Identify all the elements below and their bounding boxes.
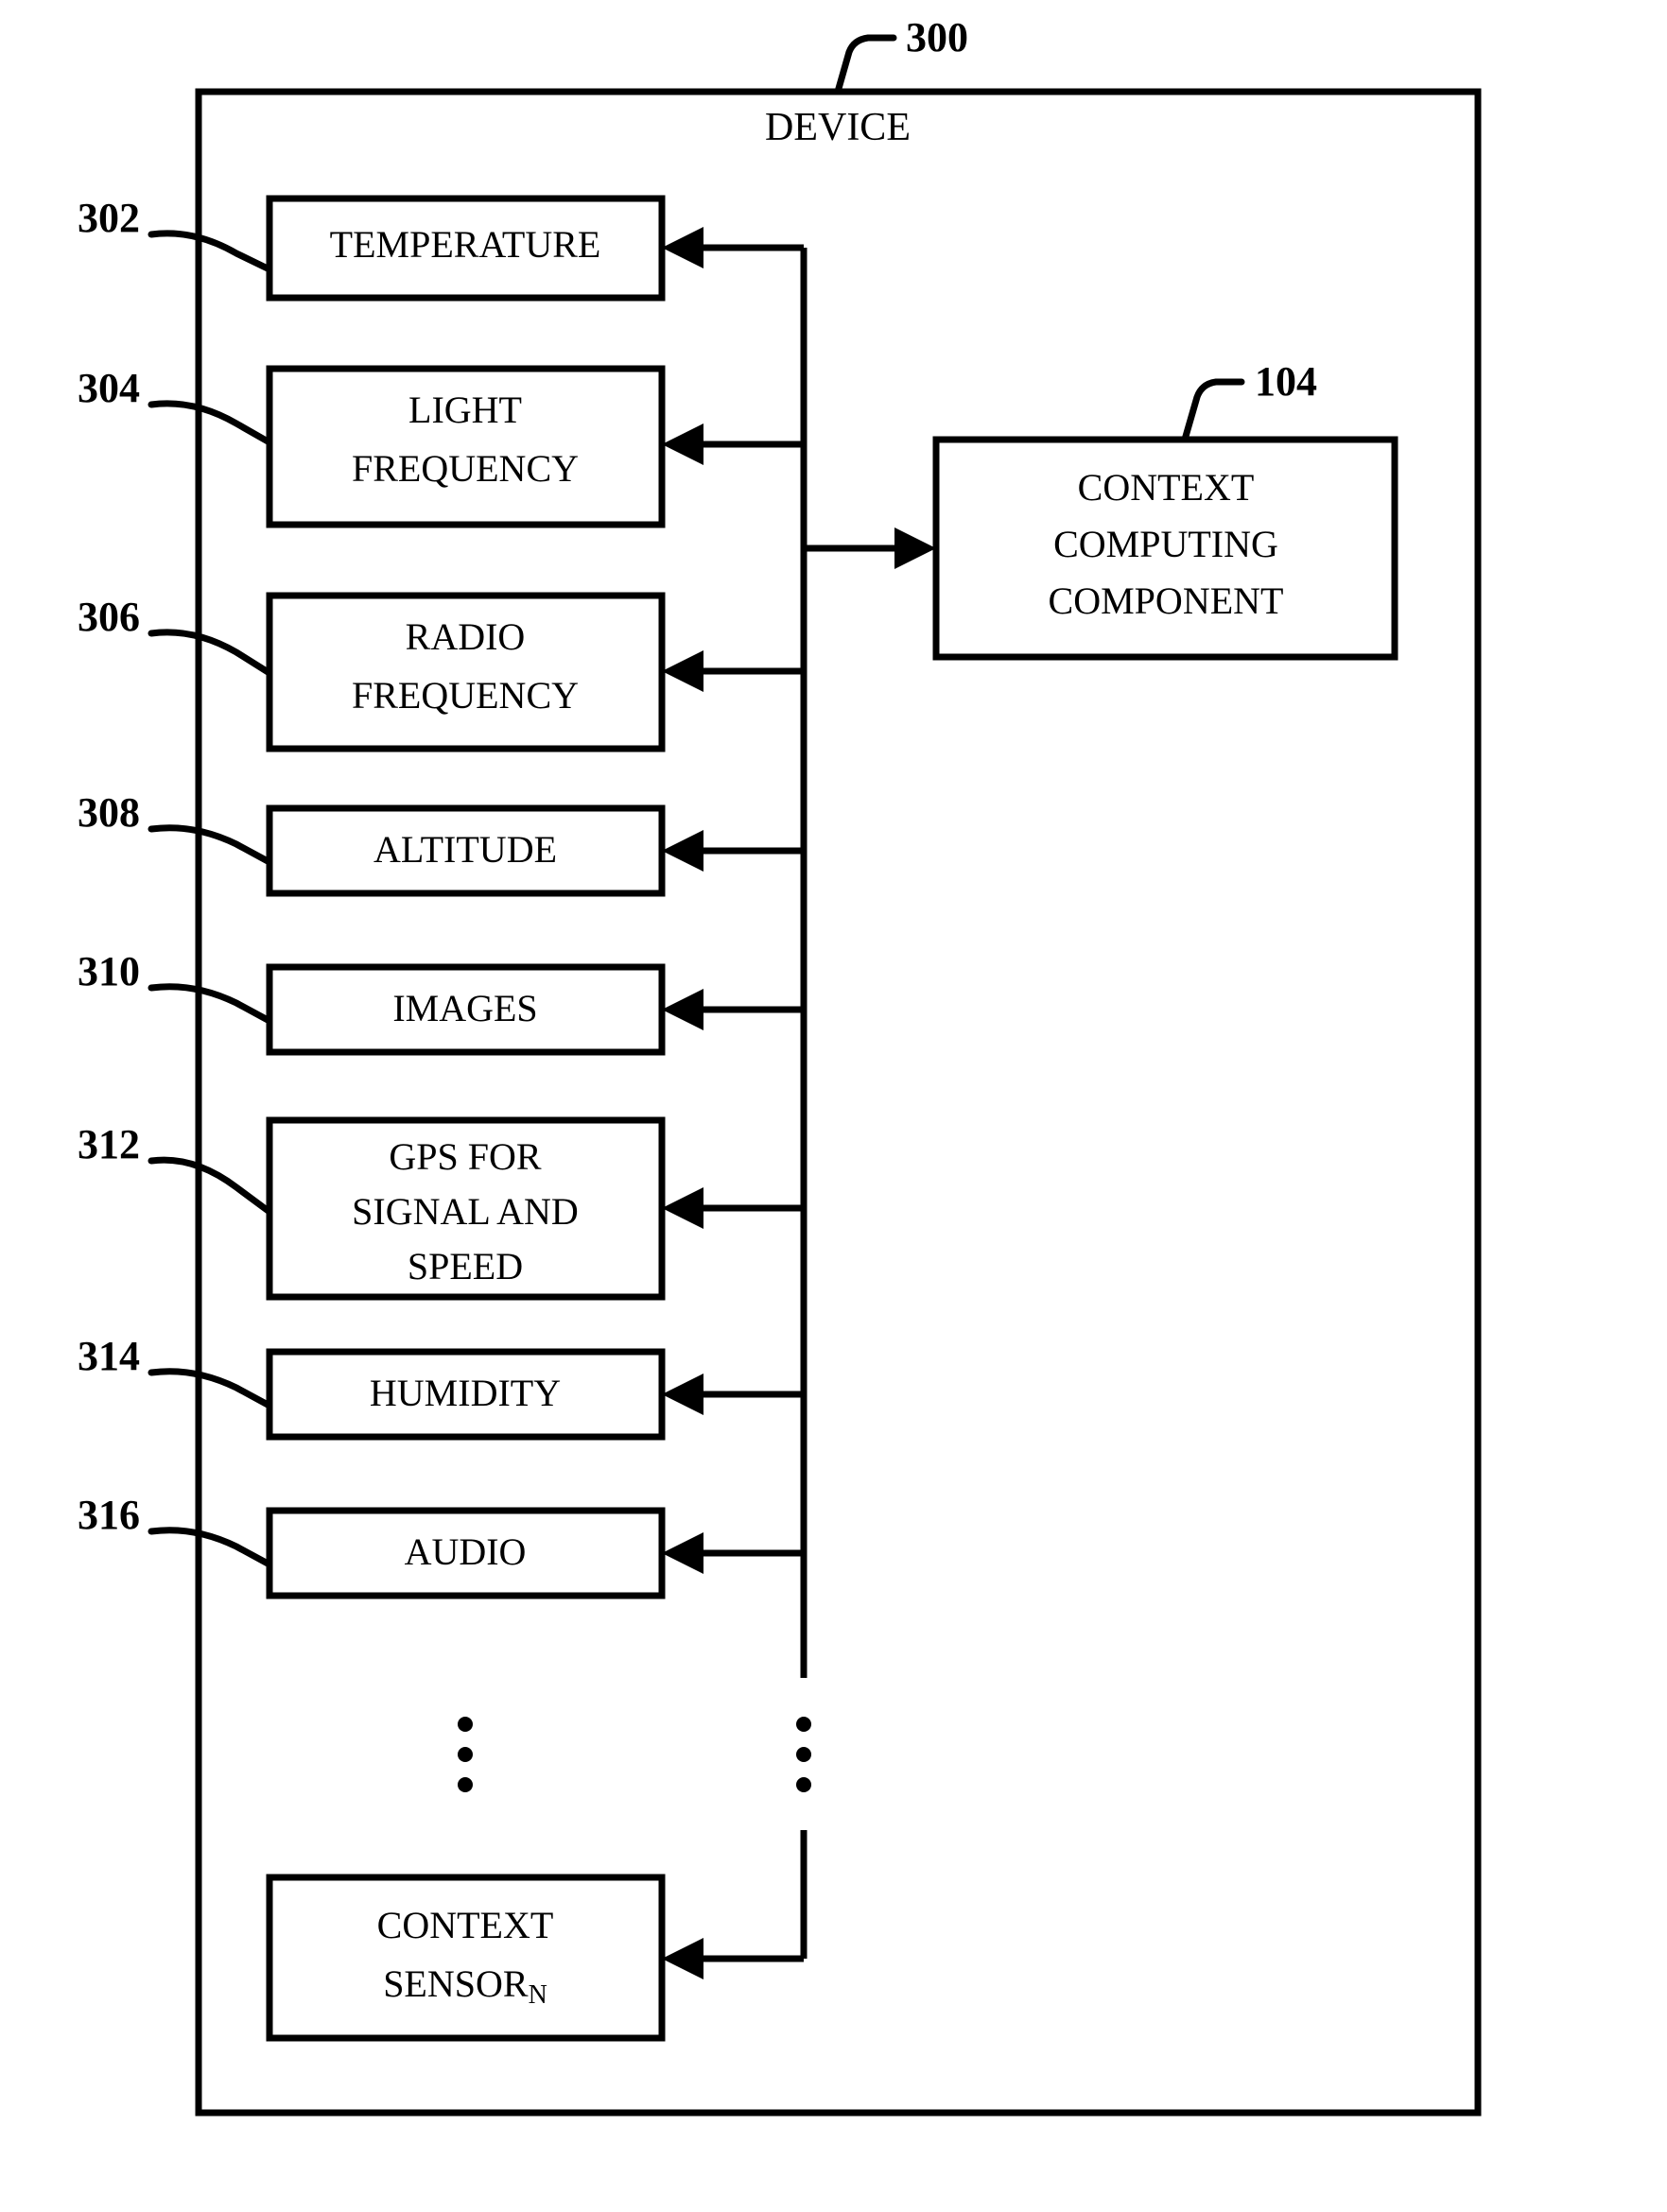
sensor-label-context-sensor-n-line2: SENSORN <box>383 1962 547 2010</box>
device-title: DEVICE <box>765 106 911 149</box>
sensor-label-gps-line1: GPS FOR <box>389 1135 542 1178</box>
sensor-label-images: IMAGES <box>392 987 537 1029</box>
context-component-label-line2: COMPUTING <box>1053 523 1278 565</box>
sensor-label-light-frequency-line2: FREQUENCY <box>352 447 579 490</box>
bus-ellipsis-dot-3 <box>796 1777 811 1792</box>
ref-number-314: 314 <box>78 1333 140 1379</box>
sensor-label-gps-line3: SPEED <box>408 1245 523 1287</box>
context-component-label-line1: CONTEXT <box>1078 466 1255 509</box>
terminal-sensor-word: SENSOR <box>383 1962 529 2005</box>
bus-ellipsis-dot-2 <box>796 1747 811 1762</box>
sensor-label-temperature: TEMPERATURE <box>330 223 601 266</box>
context-component-label-line3: COMPONENT <box>1049 579 1284 622</box>
ref-number-300: 300 <box>906 14 968 60</box>
ref-number-306: 306 <box>78 594 140 640</box>
vertical-ellipsis-dot-left-1 <box>458 1717 473 1732</box>
sensor-label-audio: AUDIO <box>405 1530 527 1573</box>
terminal-sensor-subscript: N <box>529 1980 547 2010</box>
ref-number-316: 316 <box>78 1492 140 1538</box>
sensor-label-humidity: HUMIDITY <box>370 1372 561 1414</box>
sensor-label-context-sensor-n-line1: CONTEXT <box>377 1904 554 1946</box>
ref-number-310: 310 <box>78 948 140 994</box>
device-context-sensor-diagram: DEVICE 300 TEMPERATURE 302 LIGHT FREQUEN… <box>78 14 1482 2117</box>
sensor-label-radio-frequency-line2: FREQUENCY <box>352 674 579 717</box>
ref-number-104: 104 <box>1255 358 1317 405</box>
leader-line-300 <box>834 34 897 95</box>
sensor-box-context-sensor-n[interactable] <box>266 1874 666 2042</box>
sensor-label-gps-line2: SIGNAL AND <box>352 1190 579 1233</box>
patent-figure: DEVICE 300 TEMPERATURE 302 LIGHT FREQUEN… <box>0 0 1667 2212</box>
vertical-ellipsis-dot-left-2 <box>458 1747 473 1762</box>
bus-ellipsis-dot-1 <box>796 1717 811 1732</box>
vertical-ellipsis-dot-left-3 <box>458 1777 473 1792</box>
ref-number-304: 304 <box>78 365 140 411</box>
ref-number-312: 312 <box>78 1121 140 1167</box>
sensor-label-radio-frequency-line1: RADIO <box>406 615 526 658</box>
ref-number-308: 308 <box>78 789 140 836</box>
sensor-label-altitude: ALTITUDE <box>373 828 557 871</box>
ref-number-302: 302 <box>78 195 140 241</box>
sensor-label-light-frequency-line1: LIGHT <box>408 389 522 431</box>
